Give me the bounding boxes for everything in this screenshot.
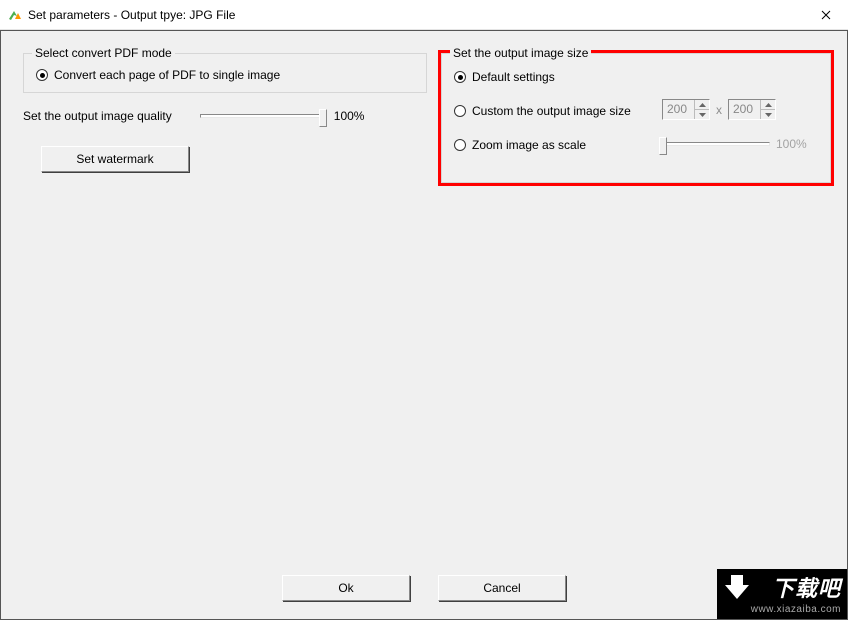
custom-height-input[interactable]: 200 <box>728 99 776 120</box>
zoom-slider[interactable] <box>662 142 770 146</box>
radio-dot-icon <box>454 105 466 117</box>
zoom-percent: 100% <box>776 137 807 151</box>
spin-buttons[interactable] <box>694 100 709 119</box>
cancel-button[interactable]: Cancel <box>438 575 566 601</box>
radio-default-settings[interactable]: Default settings <box>454 70 555 84</box>
site-watermark-url: www.xiazaiba.com <box>751 604 841 615</box>
ok-button-label: Ok <box>338 581 353 595</box>
zoom-slider-row: 100% <box>662 137 807 151</box>
group-convert-mode: Select convert PDF mode Convert each pag… <box>23 53 427 93</box>
radio-zoom-scale[interactable]: Zoom image as scale <box>454 138 586 152</box>
radio-convert-each-page-label: Convert each page of PDF to single image <box>54 68 280 82</box>
zoom-slider-thumb[interactable] <box>659 137 667 155</box>
group-convert-mode-legend: Select convert PDF mode <box>32 46 175 60</box>
radio-custom-size[interactable]: Custom the output image size <box>454 104 631 118</box>
size-separator: x <box>716 103 722 117</box>
quality-label: Set the output image quality <box>23 109 172 123</box>
radio-custom-size-label: Custom the output image size <box>472 104 631 118</box>
download-arrow-icon <box>723 573 751 604</box>
client-area: Select convert PDF mode Convert each pag… <box>0 30 848 620</box>
title-bar: Set parameters - Output tpye: JPG File <box>0 0 848 30</box>
group-output-size: Set the output image size Default settin… <box>441 53 831 183</box>
quality-slider-thumb[interactable] <box>319 109 327 127</box>
radio-dot-icon <box>454 71 466 83</box>
ok-button[interactable]: Ok <box>282 575 410 601</box>
custom-height-value: 200 <box>729 100 760 119</box>
spin-up-icon[interactable] <box>760 100 775 110</box>
spin-down-icon[interactable] <box>760 110 775 119</box>
radio-dot-icon <box>454 139 466 151</box>
spin-up-icon[interactable] <box>694 100 709 110</box>
site-watermark: 下载吧 www.xiazaiba.com <box>717 569 847 619</box>
window-title: Set parameters - Output tpye: JPG File <box>28 8 235 22</box>
radio-default-settings-label: Default settings <box>472 70 555 84</box>
quality-percent: 100% <box>334 109 365 123</box>
group-output-size-legend: Set the output image size <box>450 46 591 60</box>
custom-width-value: 200 <box>663 100 694 119</box>
quality-row: Set the output image quality 100% <box>23 109 364 123</box>
set-watermark-button[interactable]: Set watermark <box>41 146 189 172</box>
close-button[interactable] <box>804 0 848 30</box>
set-watermark-button-label: Set watermark <box>76 152 153 166</box>
radio-convert-each-page[interactable]: Convert each page of PDF to single image <box>36 68 280 82</box>
site-watermark-text: 下载吧 <box>772 571 841 603</box>
custom-width-input[interactable]: 200 <box>662 99 710 120</box>
radio-dot-icon <box>36 69 48 81</box>
app-icon <box>6 7 22 23</box>
radio-zoom-scale-label: Zoom image as scale <box>472 138 586 152</box>
spin-buttons[interactable] <box>760 100 775 119</box>
quality-slider[interactable] <box>200 114 324 118</box>
custom-size-inputs: 200 x 200 <box>662 99 776 120</box>
spin-down-icon[interactable] <box>694 110 709 119</box>
cancel-button-label: Cancel <box>483 581 520 595</box>
